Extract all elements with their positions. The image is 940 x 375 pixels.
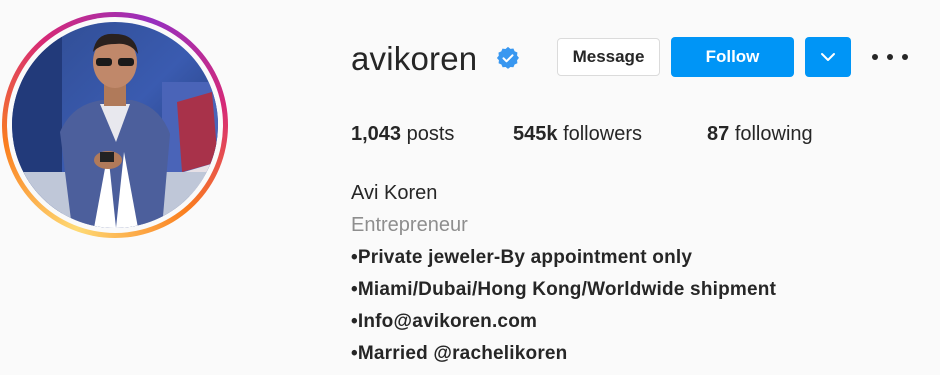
username: avikoren: [351, 40, 478, 77]
story-ring[interactable]: [2, 12, 228, 238]
verified-badge-icon: [496, 46, 519, 69]
followers-label: followers: [563, 123, 642, 145]
profile-page: avikoren Message Follow 1,043 posts 545k…: [0, 0, 940, 375]
suggested-accounts-button[interactable]: [805, 37, 851, 77]
profile-bio: Avi Koren Entrepreneur •Private jeweler-…: [351, 178, 911, 370]
bio-line: •Married @rachelikoren: [351, 343, 568, 364]
message-button[interactable]: Message: [557, 38, 660, 76]
following-label: following: [734, 123, 813, 145]
following-count: 87: [707, 123, 730, 145]
bio-line: •Private jeweler-By appointment only: [351, 247, 693, 268]
full-name: Avi Koren: [351, 182, 438, 204]
chevron-down-icon: [821, 53, 835, 61]
more-options-icon[interactable]: [872, 44, 908, 70]
avatar[interactable]: [12, 22, 218, 228]
posts-count: 1,043: [351, 123, 402, 145]
following-stat[interactable]: 87 following: [707, 120, 813, 148]
category-label: Entrepreneur: [351, 214, 468, 236]
bio-line: •Info@avikoren.com: [351, 311, 538, 332]
posts-label: posts: [406, 123, 455, 145]
bio-line: •Miami/Dubai/Hong Kong/Worldwide shipmen…: [351, 279, 777, 300]
followers-stat[interactable]: 545k followers: [513, 120, 642, 148]
follow-button[interactable]: Follow: [671, 37, 794, 77]
followers-count: 545k: [513, 123, 558, 145]
posts-stat: 1,043 posts: [351, 120, 454, 148]
